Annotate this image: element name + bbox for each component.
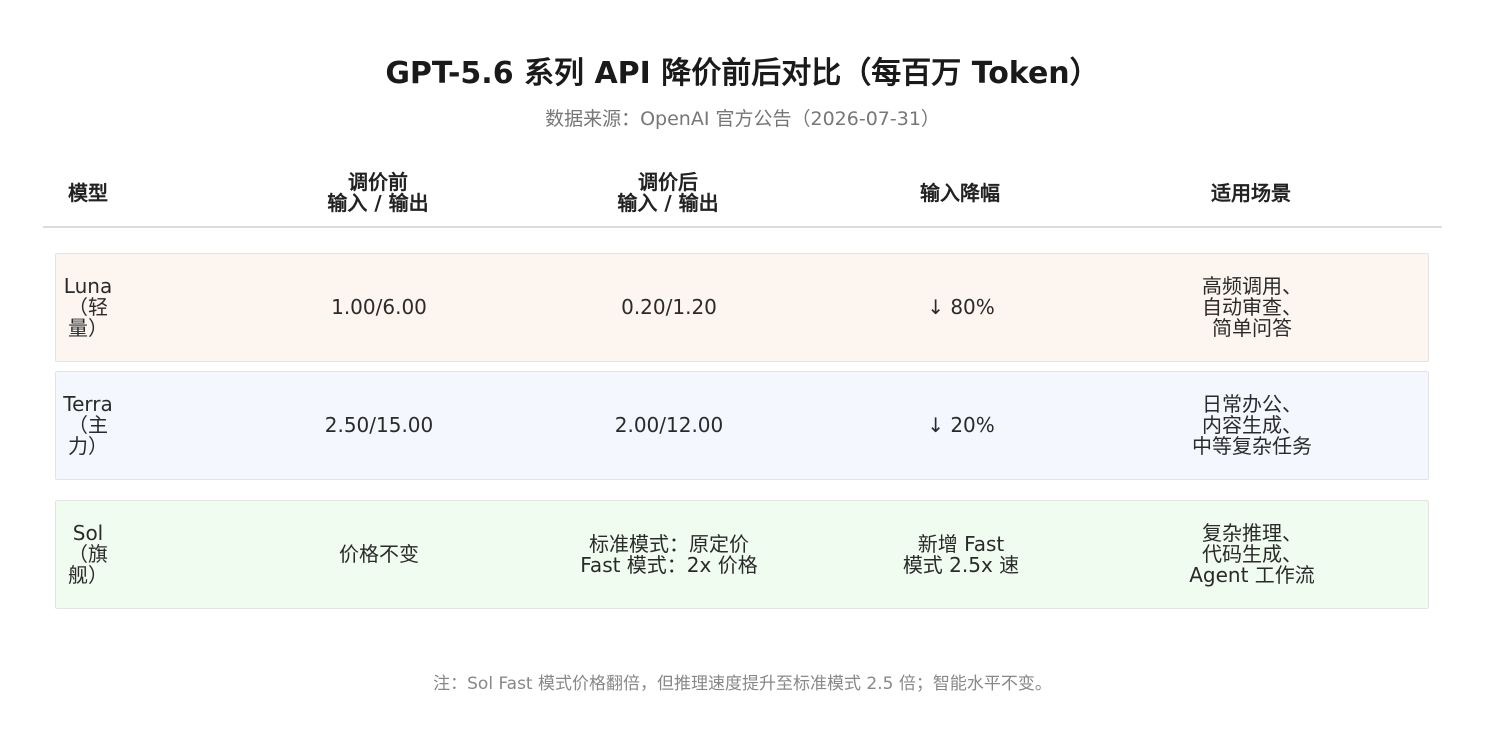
cell-price-before: 1.00/6.00 <box>331 295 427 319</box>
cell-price-before: 价格不变 <box>339 542 419 566</box>
cell-input-drop: 新增 Fast 模式 2.5x 速 <box>902 531 1020 577</box>
cell-model: Sol （旗舰） <box>68 521 108 587</box>
footnote: 注：Sol Fast 模式价格翻倍，但推理速度提升至标准模式 2.5 倍；智能水… <box>433 674 1052 694</box>
cell-input-drop: ↓ 20% <box>927 413 995 437</box>
cell-scenario: 复杂推理、 代码生成、 Agent 工作流 <box>1189 521 1315 587</box>
header-price-before: 调价前 输入 / 输出 <box>327 170 429 215</box>
cell-input-drop: ↓ 80% <box>927 295 995 319</box>
page-subtitle: 数据来源：OpenAI 官方公告（2026-07-31） <box>545 108 940 130</box>
cell-model: Luna （轻量） <box>63 274 113 340</box>
header-model: 模型 <box>68 180 108 205</box>
header-divider <box>43 226 1442 228</box>
cell-price-after: 2.00/12.00 <box>614 413 724 437</box>
header-price-after: 调价后 输入 / 输出 <box>617 170 719 215</box>
cell-price-before: 2.50/15.00 <box>324 413 434 437</box>
page-title: GPT-5.6 系列 API 降价前后对比（每百万 Token） <box>385 56 1100 91</box>
cell-price-after: 0.20/1.20 <box>621 295 717 319</box>
table-row: Terra （主力） 2.50/15.00 2.00/12.00 ↓ 20% 日… <box>55 371 1429 480</box>
cell-price-after: 标准模式：原定价 Fast 模式：2x 价格 <box>580 531 758 577</box>
header-input-drop: 输入降幅 <box>920 180 1000 205</box>
table-header: 模型 调价前 输入 / 输出 调价后 输入 / 输出 输入降幅 适用场景 <box>43 160 1442 226</box>
table-row: Luna （轻量） 1.00/6.00 0.20/1.20 ↓ 80% 高频调用… <box>55 253 1429 362</box>
cell-scenario: 高频调用、 自动审查、 简单问答 <box>1202 274 1302 340</box>
table-row: Sol （旗舰） 价格不变 标准模式：原定价 Fast 模式：2x 价格 新增 … <box>55 500 1429 609</box>
cell-model: Terra （主力） <box>63 392 113 458</box>
header-scenario: 适用场景 <box>1211 180 1291 205</box>
cell-scenario: 日常办公、 内容生成、 中等复杂任务 <box>1192 392 1312 458</box>
